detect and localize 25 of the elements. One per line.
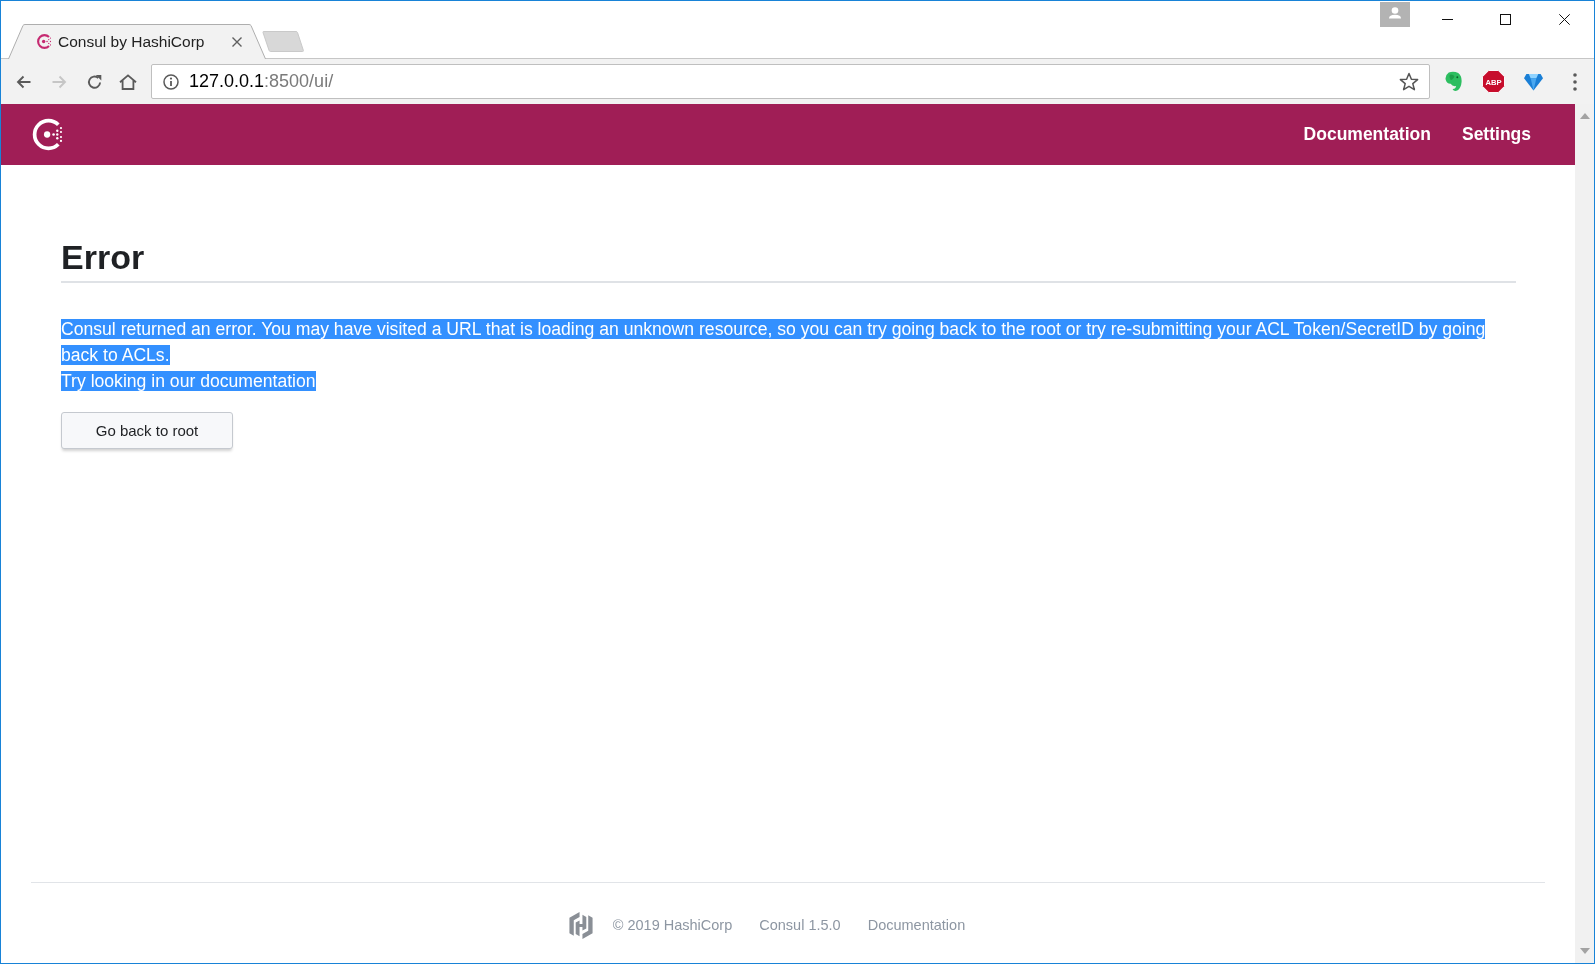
home-icon[interactable] [119, 73, 137, 90]
nav-link[interactable]: Settings [1461, 124, 1531, 145]
documentation-hint: Try looking in our documentation [61, 370, 316, 393]
elephant-icon[interactable] [1444, 71, 1463, 92]
reload-icon[interactable] [86, 73, 103, 90]
maximize-icon[interactable] [1500, 14, 1511, 25]
error-message: Consul returned an error. You may have visited a URL that is loading an unknown resource, so you can try going back to the root or try re-submitting your ACL Token/SecretID by going back to ACLs. [61, 318, 1487, 367]
url-text: 127.0.0.1:8500/ui/ [189, 71, 334, 92]
stop-sign-icon[interactable]: ABP [1482, 70, 1505, 93]
menu-icon[interactable] [1573, 72, 1577, 91]
nav-link[interactable]: Documentation [1303, 124, 1431, 145]
gem-icon[interactable] [1524, 72, 1543, 91]
go-back-button[interactable]: Go back to root [61, 412, 233, 449]
address-field[interactable]: 127.0.0.1:8500/ui/ [151, 64, 1430, 99]
browser-tab[interactable]: Consul by HashiCorp [8, 24, 266, 59]
footer-text: Consul 1.5.0 [759, 917, 841, 933]
logo-icon[interactable] [568, 911, 593, 939]
star-icon[interactable] [1399, 71, 1419, 92]
page-title: Error [61, 237, 1516, 283]
footer-text: © 2019 HashiCorp [612, 917, 733, 933]
back-arrow-icon[interactable] [15, 73, 32, 90]
info-icon[interactable] [163, 73, 179, 90]
logo-icon [36, 33, 53, 50]
footer-text: Documentation [867, 917, 966, 933]
close-icon[interactable] [1559, 14, 1570, 25]
